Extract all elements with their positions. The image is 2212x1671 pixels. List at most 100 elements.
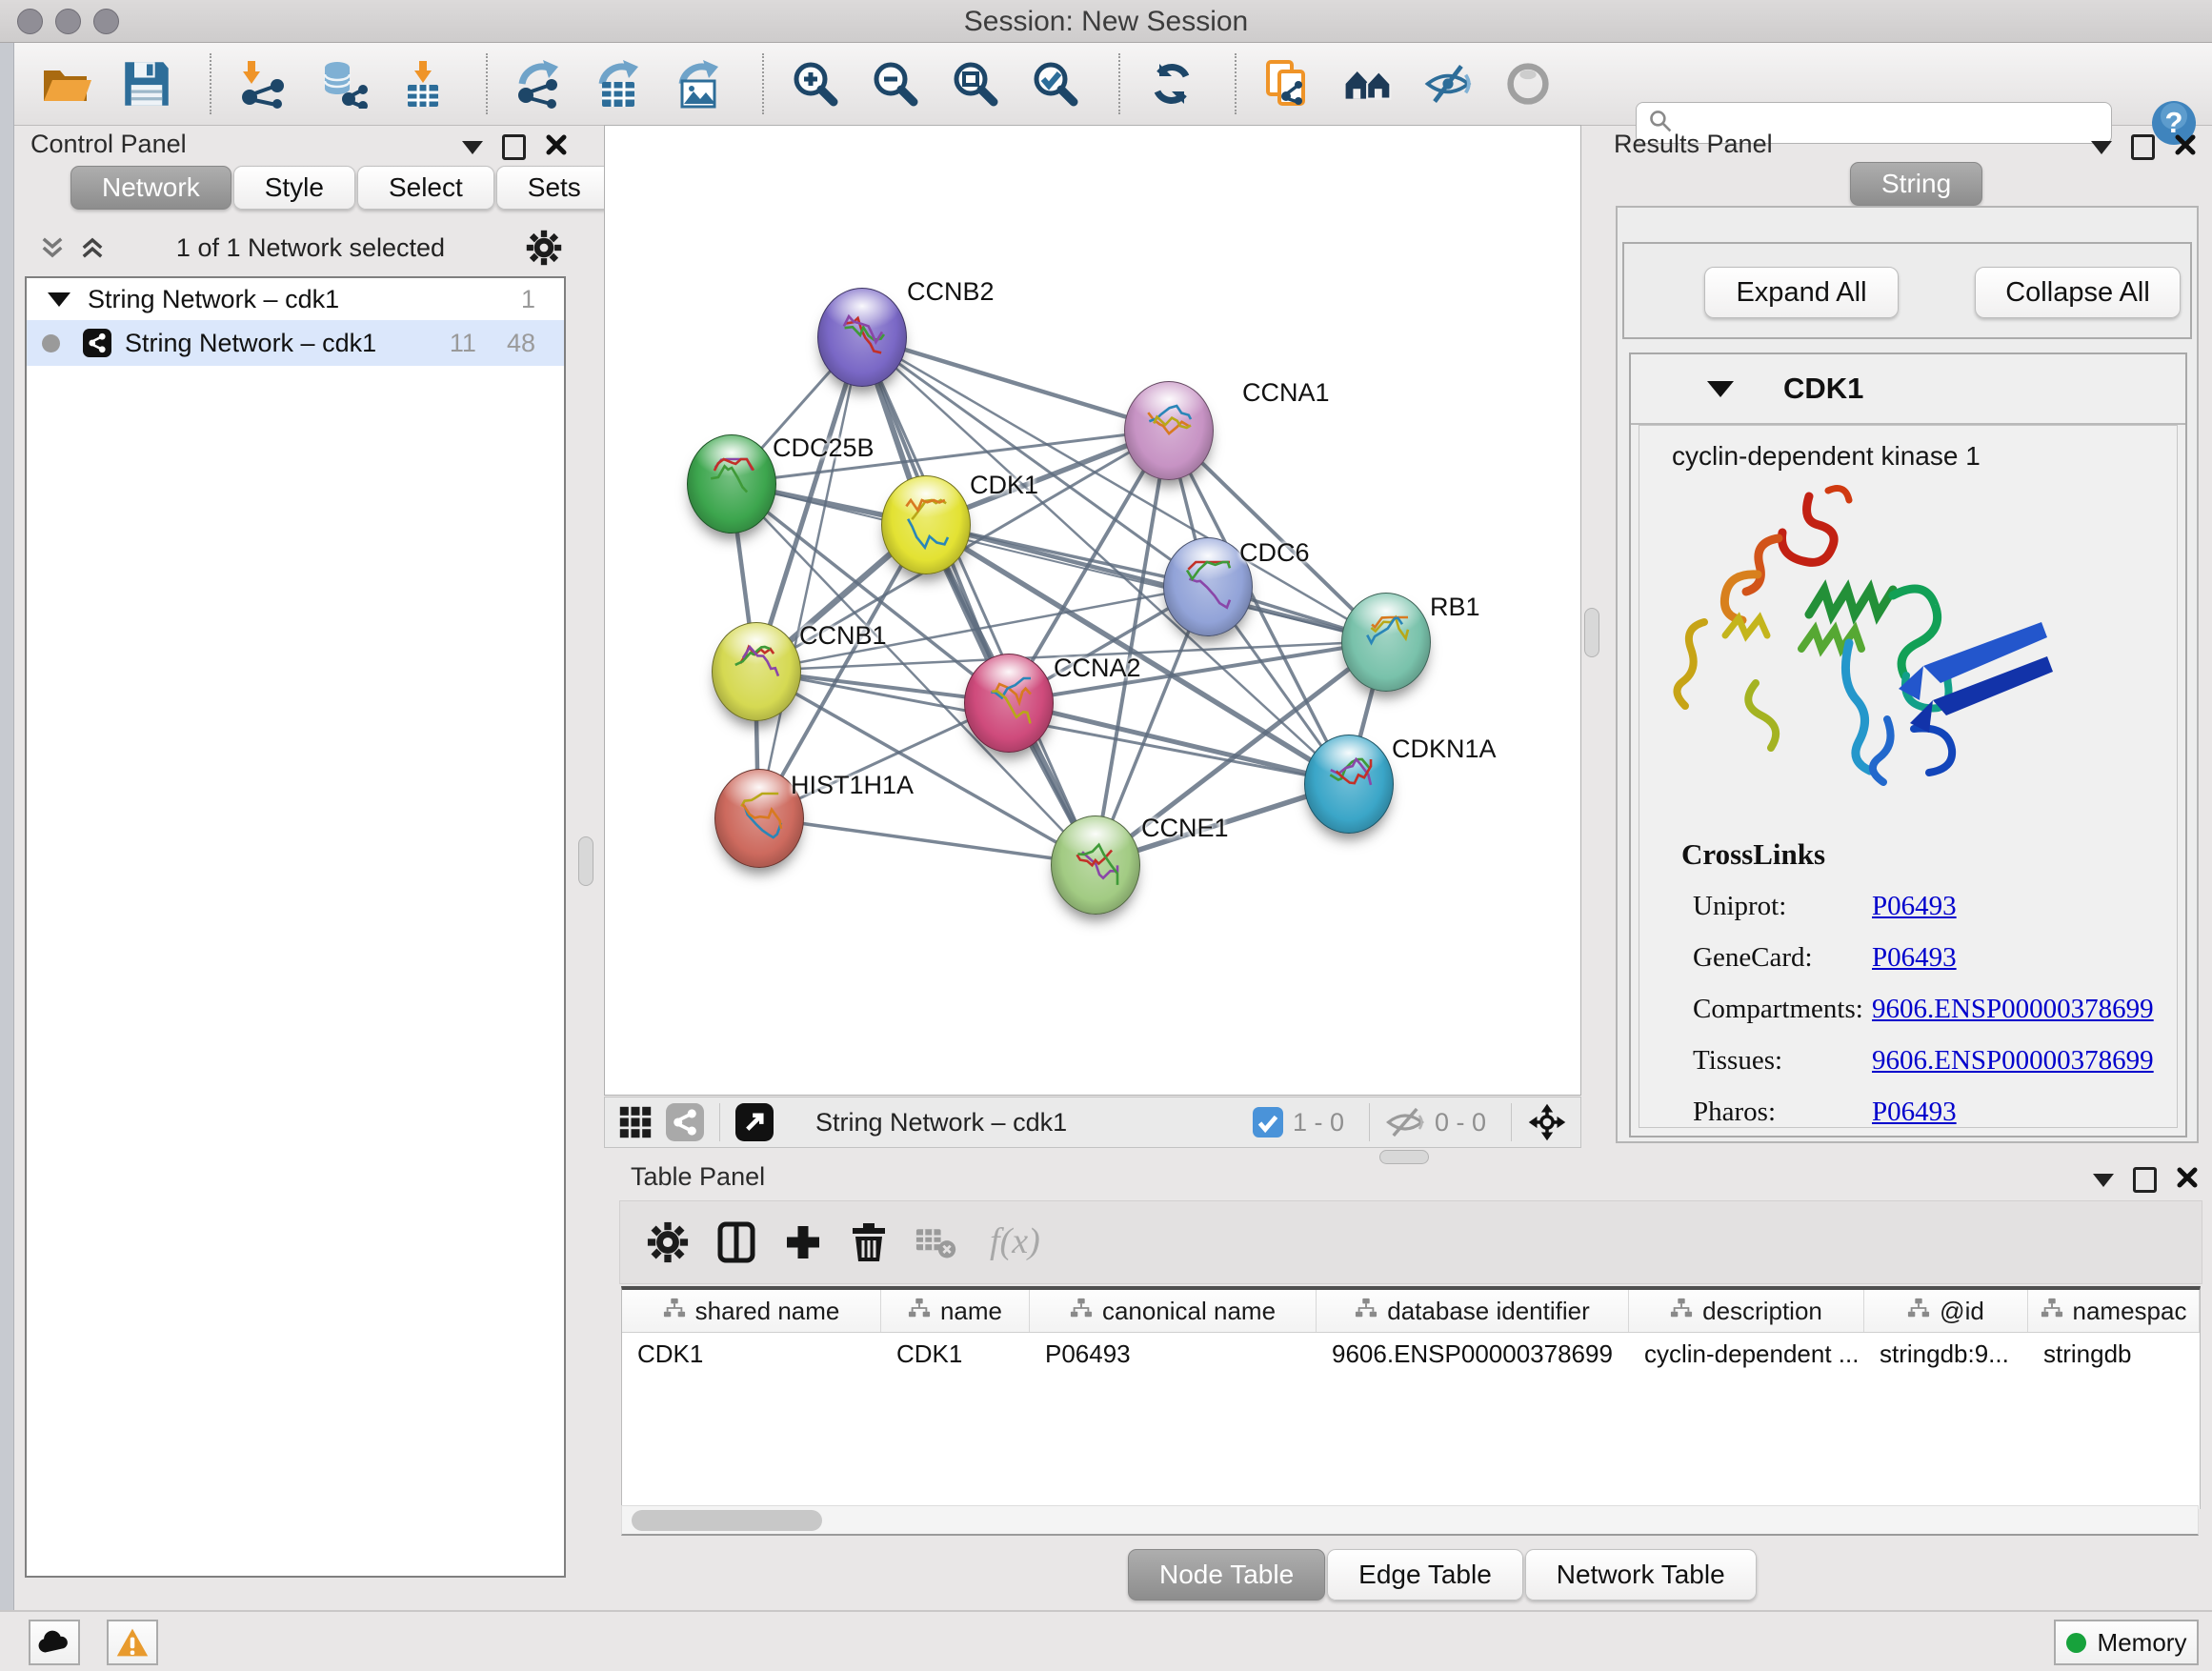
network-edge[interactable]	[861, 336, 1168, 430]
selected-checkbox-icon[interactable]	[1253, 1107, 1283, 1137]
open-session-button[interactable]	[40, 57, 93, 111]
results-content: Expand All Collapse All CDK1 cyclin-depe…	[1616, 206, 2199, 1143]
panel-menu-icon[interactable]	[2093, 1174, 2114, 1187]
network-node-CCNB2[interactable]	[817, 288, 907, 387]
crosslink-link[interactable]: P06493	[1872, 942, 1957, 974]
table-cell[interactable]: CDK1	[881, 1333, 1030, 1375]
entry-collapse-icon[interactable]	[1707, 381, 1734, 397]
panel-float-icon[interactable]	[2133, 1167, 2157, 1193]
tab-sets[interactable]: Sets	[496, 166, 613, 210]
delete-table-icon[interactable]	[915, 1224, 957, 1260]
tab-style[interactable]: Style	[233, 166, 355, 210]
column-header-description[interactable]: description	[1629, 1290, 1864, 1332]
refresh-button[interactable]	[1145, 57, 1198, 111]
table-row[interactable]: CDK1CDK1P064939606.ENSP00000378699cyclin…	[622, 1333, 2200, 1375]
birdseye-view-icon[interactable]	[735, 1103, 774, 1141]
import-table-from-file-button[interactable]	[396, 57, 450, 111]
grid-view-icon[interactable]	[618, 1105, 653, 1139]
network-node-RB1[interactable]	[1341, 593, 1431, 692]
left-splitter-handle[interactable]	[578, 836, 593, 886]
string-home-button[interactable]	[1341, 57, 1395, 111]
table-cell[interactable]: 9606.ENSP00000378699	[1317, 1333, 1629, 1375]
zoom-fit-content-button[interactable]	[949, 57, 1002, 111]
panel-float-icon[interactable]	[502, 134, 526, 160]
crosslink-link[interactable]: P06493	[1872, 891, 1957, 922]
panel-float-icon[interactable]	[2131, 134, 2155, 160]
zoom-out-button[interactable]	[869, 57, 922, 111]
zoom-selected-button[interactable]	[1029, 57, 1082, 111]
gear-icon[interactable]	[514, 230, 551, 266]
collapse-all-icon[interactable]	[38, 233, 67, 262]
expand-all-button[interactable]: Expand All	[1704, 267, 1899, 318]
network-node-CCNB1[interactable]	[712, 622, 801, 721]
network-edge[interactable]	[758, 336, 861, 817]
save-session-button[interactable]	[120, 57, 173, 111]
tab-select[interactable]: Select	[357, 166, 494, 210]
show-columns-icon[interactable]	[717, 1221, 755, 1263]
tab-network-table[interactable]: Network Table	[1525, 1549, 1757, 1601]
right-splitter-handle[interactable]	[1584, 608, 1599, 657]
column-header-name[interactable]: name	[881, 1290, 1030, 1332]
network-view-canvas[interactable]: CCNB2CCNA1CDC25BCDK1CDC6RB1CCNB1CCNA2CDK…	[604, 125, 1581, 1096]
expand-all-icon[interactable]	[78, 233, 107, 262]
column-header-shared-name[interactable]: shared name	[622, 1290, 881, 1332]
table-cell[interactable]: stringdb	[2028, 1333, 2200, 1375]
table-cell[interactable]: stringdb:9...	[1864, 1333, 2028, 1375]
crosslink-link[interactable]: P06493	[1872, 1097, 1957, 1128]
column-header-canonical-name[interactable]: canonical name	[1030, 1290, 1317, 1332]
warning-button[interactable]	[107, 1620, 158, 1665]
panel-menu-icon[interactable]	[2091, 141, 2112, 154]
network-node-CDK1[interactable]	[881, 475, 971, 574]
network-node-CDKN1A[interactable]	[1304, 735, 1394, 834]
network-node-CCNA1[interactable]	[1124, 381, 1214, 480]
export-network-button[interactable]	[513, 57, 566, 111]
delete-column-trash-icon[interactable]	[851, 1221, 887, 1263]
scrollbar-thumb[interactable]	[632, 1510, 822, 1531]
table-settings-gear-icon[interactable]	[647, 1221, 689, 1263]
panel-close-icon[interactable]	[2174, 133, 2197, 161]
import-network-from-file-button[interactable]	[236, 57, 290, 111]
column-header-database-identifier[interactable]: database identifier	[1317, 1290, 1629, 1332]
table-horizontal-scrollbar[interactable]	[621, 1505, 2199, 1536]
clone-network-button[interactable]	[1261, 57, 1315, 111]
panel-close-icon[interactable]	[2176, 1166, 2199, 1194]
crosslink-link[interactable]: 9606.ENSP00000378699	[1872, 994, 2154, 1025]
table-cell[interactable]: CDK1	[622, 1333, 881, 1375]
column-header--id[interactable]: @id	[1864, 1290, 2028, 1332]
tab-string[interactable]: String	[1850, 162, 1982, 206]
panel-menu-icon[interactable]	[462, 141, 483, 154]
network-row-selected[interactable]: String Network – cdk1 11 48	[27, 320, 564, 366]
hidden-eye-icon[interactable]	[1385, 1105, 1425, 1139]
show-hide-graphics-button[interactable]	[1421, 57, 1475, 111]
network-collection-row[interactable]: String Network – cdk1 1	[27, 278, 564, 320]
entry-header[interactable]: CDK1	[1631, 354, 2185, 425]
panel-close-icon[interactable]	[545, 133, 568, 161]
network-share-view-icon[interactable]	[666, 1103, 704, 1141]
tab-node-table[interactable]: Node Table	[1128, 1549, 1325, 1601]
crosslink-link[interactable]: 9606.ENSP00000378699	[1872, 1045, 2154, 1077]
tab-network[interactable]: Network	[70, 166, 231, 210]
tree-expand-icon[interactable]	[48, 292, 70, 307]
tab-edge-table[interactable]: Edge Table	[1327, 1549, 1523, 1601]
export-image-button[interactable]	[673, 57, 726, 111]
export-table-button[interactable]	[593, 57, 646, 111]
column-header-namespac[interactable]: namespac	[2028, 1290, 2200, 1332]
network-node-CCNE1[interactable]	[1051, 815, 1140, 915]
network-edge[interactable]	[925, 524, 1385, 641]
function-builder-icon[interactable]: f(x)	[986, 1221, 1055, 1263]
network-node-CCNA2[interactable]	[964, 654, 1054, 753]
import-network-from-database-button[interactable]	[316, 57, 370, 111]
zoom-in-button[interactable]	[789, 57, 842, 111]
network-node-CDC25B[interactable]	[687, 434, 776, 534]
table-cell[interactable]: P06493	[1030, 1333, 1317, 1375]
add-column-icon[interactable]	[784, 1223, 822, 1261]
crosshair-fit-icon[interactable]	[1527, 1102, 1567, 1142]
inactive-indicator-button[interactable]	[1501, 57, 1555, 111]
memory-button[interactable]: Memory	[2054, 1620, 2199, 1665]
cloud-button[interactable]	[29, 1620, 80, 1665]
collapse-all-button[interactable]: Collapse All	[1975, 267, 2181, 318]
network-edge[interactable]	[1008, 702, 1348, 783]
node-result-entry: CDK1 cyclin-dependent kinase 1	[1629, 352, 2187, 1137]
table-cell[interactable]: cyclin-dependent ...	[1629, 1333, 1864, 1375]
network-edge[interactable]	[758, 817, 1095, 864]
